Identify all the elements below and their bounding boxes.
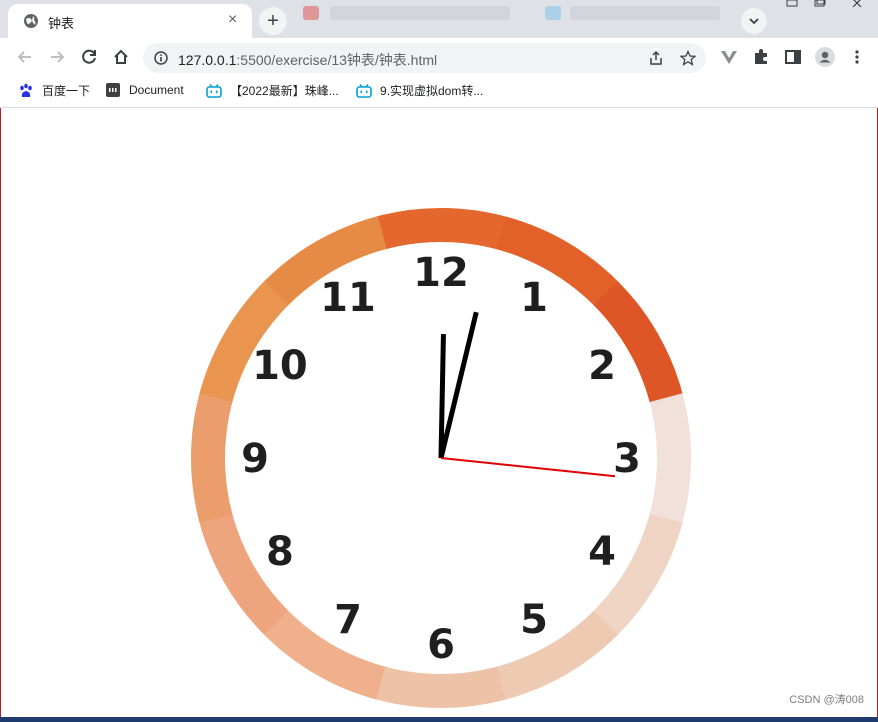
tab-strip: 钟表 × +	[0, 0, 878, 38]
share-icon[interactable]	[648, 50, 664, 66]
forward-button[interactable]	[46, 46, 68, 68]
home-button[interactable]	[110, 46, 132, 68]
clock-number: 6	[427, 622, 455, 668]
bookmark-document[interactable]: Document	[105, 82, 184, 98]
bilibili-icon	[356, 83, 372, 98]
bookmark-virtual-dom[interactable]: 9.实现虚拟dom转...	[356, 82, 483, 99]
background-tab[interactable]	[570, 6, 720, 20]
vue-devtools-icon[interactable]	[720, 48, 738, 66]
reload-icon	[82, 49, 96, 64]
bilibili-icon	[206, 83, 222, 98]
url-path: :5500/exercise/13钟表/钟表.html	[236, 52, 438, 68]
clock-number: 9	[241, 436, 269, 482]
bookmark-label: Document	[129, 83, 184, 97]
tab-title: 钟表	[48, 16, 75, 31]
clock-number: 3	[613, 436, 641, 482]
baidu-paw-icon	[20, 83, 32, 97]
address-bar[interactable]: 127.0.0.1:5500/exercise/13钟表/钟表.html	[143, 43, 706, 73]
document-icon	[106, 83, 120, 97]
more-menu-icon[interactable]	[848, 48, 866, 66]
background-tab[interactable]	[330, 6, 510, 20]
info-icon[interactable]	[154, 51, 168, 65]
back-button[interactable]	[14, 46, 36, 68]
taskbar-edge	[0, 717, 878, 722]
clock-number: 2	[588, 343, 616, 389]
browser-toolbar: 127.0.0.1:5500/exercise/13钟表/钟表.html	[0, 38, 878, 76]
csdn-watermark: CSDN @涛008	[789, 694, 864, 706]
side-panel-icon[interactable]	[784, 48, 802, 66]
background-tab-favicon	[303, 6, 319, 20]
clock-number: 4	[588, 529, 616, 575]
url-host: 127.0.0.1	[178, 52, 237, 68]
close-icon	[852, 0, 862, 8]
tab-search-button[interactable]	[741, 8, 767, 34]
minimize-button[interactable]	[777, 0, 807, 8]
restore-icon	[814, 0, 826, 7]
restore-button[interactable]	[805, 0, 835, 8]
bookmark-label: 【2022最新】珠峰...	[230, 84, 339, 98]
star-icon[interactable]	[680, 50, 696, 66]
new-tab-button[interactable]: +	[259, 7, 287, 35]
background-tab-favicon	[545, 6, 561, 20]
clock-number: 10	[252, 343, 308, 389]
bookmark-baidu[interactable]: 百度一下	[18, 82, 90, 99]
clock-number: 12	[413, 250, 469, 296]
clock-number: 1	[520, 275, 548, 321]
profile-avatar-icon[interactable]	[815, 47, 835, 67]
bookmark-label: 百度一下	[42, 84, 91, 98]
clock-number: 11	[320, 275, 376, 321]
clock: 12 12 3 45 6 78 9 10 11	[190, 208, 692, 708]
minimize-icon	[786, 0, 798, 7]
arrow-right-icon	[51, 51, 65, 63]
bookmarks-bar: 百度一下 Document 【2022最新】珠峰... 9.实现虚拟dom转..…	[0, 76, 878, 108]
globe-icon	[24, 14, 38, 28]
url-text[interactable]: 127.0.0.1:5500/exercise/13钟表/钟表.html	[178, 50, 437, 70]
puzzle-icon[interactable]	[752, 48, 770, 66]
close-window-button[interactable]	[842, 0, 872, 8]
reload-button[interactable]	[78, 46, 100, 68]
arrow-left-icon	[17, 51, 31, 63]
clock-number: 7	[334, 597, 362, 643]
page-content: 12 1 2 3 4 5 6 7 8 9 10 11 CSDN @涛008	[0, 108, 878, 717]
clock-number: 5	[520, 597, 548, 643]
home-icon	[114, 49, 128, 64]
clock-number: 8	[266, 529, 294, 575]
active-tab[interactable]: 钟表 ×	[8, 4, 252, 38]
chevron-down-icon	[749, 18, 759, 25]
close-tab-icon[interactable]: ×	[228, 11, 237, 29]
bookmark-label: 9.实现虚拟dom转...	[380, 84, 484, 98]
bookmark-zhufeng[interactable]: 【2022最新】珠峰...	[206, 82, 339, 99]
